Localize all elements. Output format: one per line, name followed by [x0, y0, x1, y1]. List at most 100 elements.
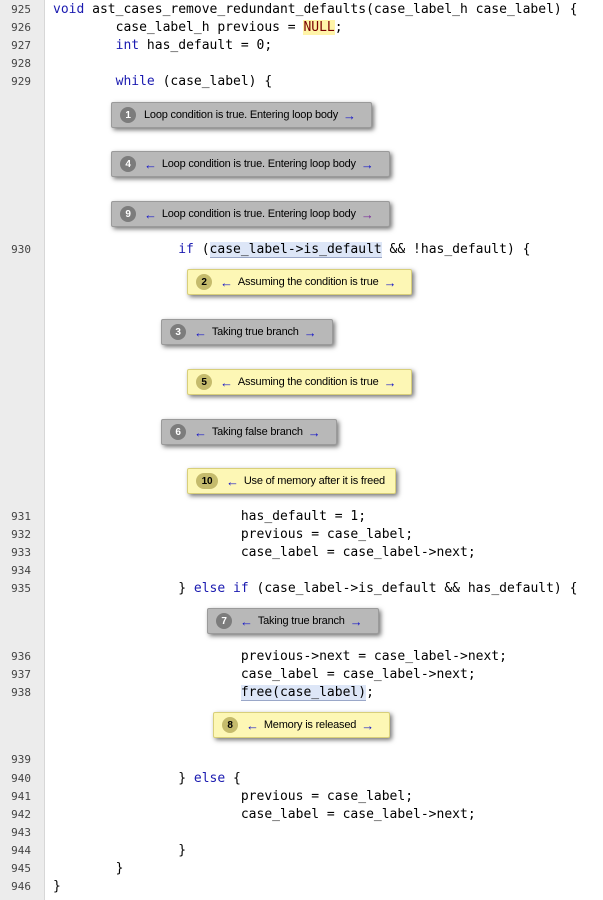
line-number: 928	[11, 57, 31, 70]
next-step-arrow-icon[interactable]: →	[384, 376, 397, 389]
step-number: 2	[196, 274, 212, 290]
line-number: 937	[11, 668, 31, 681]
code-line: 936 previous->next = case_label->next;	[0, 648, 603, 666]
prev-step-arrow-icon[interactable]: ←	[240, 615, 253, 628]
line-number: 926	[11, 21, 31, 34]
code-line: 940 } else {	[0, 770, 603, 788]
line-number: 941	[11, 790, 31, 803]
path-note-7[interactable]: 7 ← Taking true branch →	[207, 608, 379, 634]
next-step-arrow-icon[interactable]: →	[304, 326, 317, 339]
path-note-8[interactable]: 8 ← Memory is released →	[213, 712, 391, 738]
note-text: Loop condition is true. Entering loop bo…	[144, 109, 339, 121]
step-number: 1	[120, 107, 136, 123]
code-text: has_default = 1;	[53, 509, 367, 524]
line-number: 931	[11, 510, 31, 523]
prev-step-arrow-icon[interactable]: ←	[220, 276, 233, 289]
step-number: 8	[222, 717, 238, 733]
line-number: 929	[11, 75, 31, 88]
code-line: 933 case_label = case_label->next;	[0, 544, 603, 562]
path-note-4[interactable]: 4 ← Loop condition is true. Entering loo…	[111, 151, 390, 177]
code-line: 942 case_label = case_label->next;	[0, 806, 603, 824]
code-line: 935 } else if (case_label->is_default &&…	[0, 580, 603, 598]
path-note-1[interactable]: 1 Loop condition is true. Entering loop …	[111, 102, 372, 128]
prev-step-arrow-icon[interactable]: ←	[144, 208, 157, 221]
path-note-5[interactable]: 5 ← Assuming the condition is true →	[187, 369, 413, 395]
prev-step-arrow-icon[interactable]: ←	[220, 376, 233, 389]
next-step-arrow-icon[interactable]: →	[361, 719, 374, 732]
note-text: Loop condition is true. Entering loop bo…	[161, 158, 356, 170]
code-line: 932 previous = case_label;	[0, 526, 603, 544]
line-number: 940	[11, 772, 31, 785]
code-text: } else {	[53, 771, 241, 786]
code-text: case_label = case_label->next;	[53, 807, 476, 822]
next-step-arrow-icon[interactable]: →	[361, 208, 374, 221]
prev-step-arrow-icon[interactable]: ←	[246, 719, 259, 732]
step-number: 7	[216, 613, 232, 629]
note-text: Taking true branch	[211, 326, 299, 338]
path-note-2[interactable]: 2 ← Assuming the condition is true →	[187, 269, 413, 295]
note-text: Memory is released	[263, 719, 357, 731]
line-number: 945	[11, 862, 31, 875]
line-number: 934	[11, 564, 31, 577]
step-number: 5	[196, 374, 212, 390]
line-number: 946	[11, 880, 31, 893]
path-note-3[interactable]: 3 ← Taking true branch →	[161, 319, 333, 345]
code-text: previous->next = case_label->next;	[53, 649, 507, 664]
note-text: Assuming the condition is true	[237, 276, 379, 288]
code-text: previous = case_label;	[53, 789, 414, 804]
note-text: Use of memory after it is freed	[243, 475, 385, 487]
code-line: 937 case_label = case_label->next;	[0, 666, 603, 684]
code-line: 934	[0, 562, 603, 580]
line-number: 942	[11, 808, 31, 821]
step-number: 9	[120, 206, 136, 222]
step-number: 3	[170, 324, 186, 340]
path-note-6[interactable]: 6 ← Taking false branch →	[161, 419, 337, 445]
step-number: 6	[170, 424, 186, 440]
code-line: 930 if (case_label->is_default && !has_d…	[0, 241, 603, 259]
prev-step-arrow-icon[interactable]: ←	[144, 158, 157, 171]
code-line: 931 has_default = 1;	[0, 508, 603, 526]
line-number: 936	[11, 650, 31, 663]
code-line: 941 previous = case_label;	[0, 788, 603, 806]
code-line: 928	[0, 55, 603, 73]
note-text: Taking true branch	[257, 615, 345, 627]
null-token: NULL	[303, 20, 335, 35]
note-text: Taking false branch	[211, 426, 303, 438]
next-step-arrow-icon[interactable]: →	[308, 426, 321, 439]
code-text: int has_default = 0;	[115, 38, 273, 53]
code-line: 945 }	[0, 860, 603, 878]
code-text: case_label_h previous = NULL;	[53, 20, 343, 35]
next-step-arrow-icon[interactable]: →	[350, 615, 363, 628]
code-text: case_label = case_label->next;	[53, 545, 476, 560]
code-text: } else if (case_label->is_default && has…	[53, 581, 578, 596]
code-line: 943	[0, 824, 603, 842]
highlighted-expression: free(case_label)	[240, 685, 367, 701]
prev-step-arrow-icon[interactable]: ←	[226, 475, 239, 488]
line-number: 925	[11, 3, 31, 16]
prev-step-arrow-icon[interactable]: ←	[194, 426, 207, 439]
line-number: 938	[11, 686, 31, 699]
code-text: void ast_cases_remove_redundant_defaults…	[53, 2, 578, 17]
next-step-arrow-icon[interactable]: →	[384, 276, 397, 289]
highlighted-expression: case_label->is_default	[209, 242, 382, 258]
path-note-10[interactable]: 10 ← Use of memory after it is freed	[187, 468, 396, 494]
code-line: 926 case_label_h previous = NULL;	[0, 19, 603, 37]
code-line: 944 }	[0, 842, 603, 860]
code-line: 938 free(case_label);	[0, 684, 603, 702]
line-number: 930	[11, 243, 31, 256]
prev-step-arrow-icon[interactable]: ←	[194, 326, 207, 339]
line-number: 939	[11, 753, 31, 766]
line-number: 933	[11, 546, 31, 559]
step-number: 4	[120, 156, 136, 172]
path-note-9[interactable]: 9 ← Loop condition is true. Entering loo…	[111, 201, 390, 227]
code-text: while (case_label) {	[115, 74, 273, 89]
code-text: if (case_label->is_default && !has_defau…	[178, 242, 531, 258]
code-text: free(case_label);	[240, 685, 374, 701]
code-line: 939	[0, 751, 603, 769]
note-text: Loop condition is true. Entering loop bo…	[161, 208, 356, 220]
code-text: }	[53, 861, 124, 876]
next-step-arrow-icon[interactable]: →	[343, 109, 356, 122]
line-number: 944	[11, 844, 31, 857]
next-step-arrow-icon[interactable]: →	[361, 158, 374, 171]
note-text: Assuming the condition is true	[237, 376, 379, 388]
